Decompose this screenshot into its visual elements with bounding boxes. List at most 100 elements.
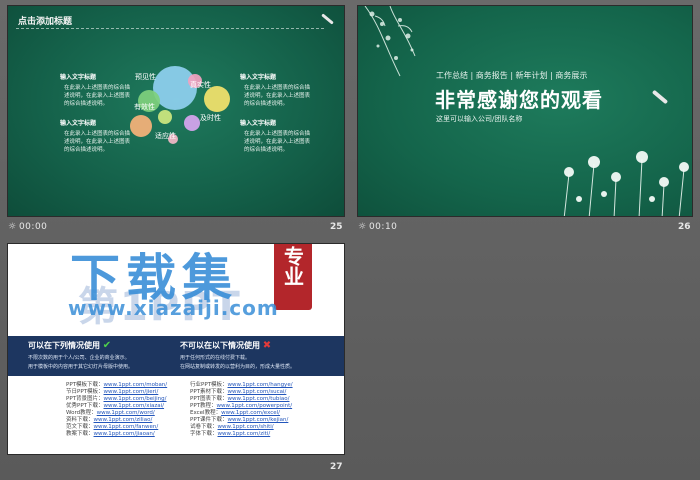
link-row: 优秀PPT下载：www.1ppt.com/xiazai/: [66, 403, 167, 410]
topic-tags: 工作总结 | 商务报告 | 新年计划 | 商务展示: [436, 71, 588, 80]
block-text: 在此录入上述图表的综合描述说明，在此录入上述图表的综合描述说明。: [244, 131, 311, 153]
bubble-orange: [130, 115, 152, 137]
transition-icon[interactable]: ☼: [8, 222, 16, 232]
link-label: PPT素材下载：: [190, 389, 228, 395]
links-left-column: PPT模板下载：www.1ppt.com/moban/节日PPT模板：www.1…: [66, 382, 167, 438]
can-use-line: 不限次数的用于个人/公司、企业的商业演示。: [28, 355, 130, 361]
slide-number: 26: [678, 222, 691, 232]
resource-link[interactable]: www.1ppt.com/fanwen/: [94, 424, 159, 430]
check-icon: ✔: [102, 340, 112, 351]
link-label: PPT课件下载：: [190, 417, 228, 423]
text-block-4: 输入文字标题 在此录入上述图表的综合描述说明，在此录入上述图表的综合描述说明。: [240, 120, 310, 154]
link-row: PPT图表下载：www.1ppt.com/tubiao/: [190, 396, 293, 403]
dandelion-flowers-decoration: [563, 151, 689, 216]
link-row: PPT素材下载：www.1ppt.com/sucai/: [190, 389, 293, 396]
bubble-label: 真实性: [190, 81, 211, 89]
link-row: 节日PPT模板：www.1ppt.com/jieri/: [66, 389, 167, 396]
resource-link[interactable]: www.1ppt.com/hangye/: [228, 382, 293, 388]
chalk-icon: [321, 13, 334, 25]
floral-vine-decoration: [364, 6, 416, 77]
text-block-3: 输入文字标题 在此录入上述图表的综合描述说明，在此录入上述图表的综合描述说明。: [240, 74, 310, 108]
text-block-1: 输入文字标题 在此录入上述图表的综合描述说明，在此录入上述图表的综合描述说明。: [60, 74, 130, 108]
link-row: 资料下载：www.1ppt.com/ziliao/: [66, 417, 167, 424]
resource-link[interactable]: www.1ppt.com/jieri/: [104, 389, 159, 395]
chalk-icon: [651, 89, 669, 105]
block-heading: 输入文字标题: [240, 74, 277, 81]
link-label: PPT背景图片：: [66, 396, 104, 402]
resource-link[interactable]: www.1ppt.com/sucai/: [228, 389, 287, 395]
link-row: PPT模板下载：www.1ppt.com/moban/: [66, 382, 167, 389]
link-label: 资料下载：: [66, 417, 94, 423]
slide-time: 00:00: [18, 222, 48, 232]
resource-link[interactable]: www.1ppt.com/kejian/: [228, 417, 289, 423]
bubble-violet: [184, 115, 200, 131]
link-label: PPT教程：: [190, 403, 217, 409]
resource-link[interactable]: www.1ppt.com/shiti/: [218, 424, 274, 430]
link-label: 试卷下载：: [190, 424, 218, 430]
watermark-seal: 专业: [274, 244, 312, 310]
link-label: 字体下载：: [190, 431, 218, 437]
company-subtitle: 这里可以输入公司/团队名称: [436, 115, 523, 123]
link-label: PPT模板下载：: [66, 382, 104, 388]
block-text: 在此录入上述图表的综合描述说明，在此录入上述图表的综合描述说明。: [64, 85, 131, 107]
links-right-column: 行业PPT模板：www.1ppt.com/hangye/PPT素材下载：www.…: [190, 382, 293, 438]
title-underline: [16, 28, 326, 29]
link-label: 行业PPT模板：: [190, 382, 228, 388]
bubble-lime: [158, 110, 172, 124]
link-row: 试卷下载：www.1ppt.com/shiti/: [190, 424, 293, 431]
link-label: 优秀PPT下载：: [66, 403, 104, 409]
link-row: 教案下载：www.1ppt.com/jiaoan/: [66, 431, 167, 438]
link-row: 行业PPT模板：www.1ppt.com/hangye/: [190, 382, 293, 389]
slide-number: 25: [330, 222, 343, 232]
slide-title: 点击添加标题: [18, 17, 73, 27]
resource-link[interactable]: www.1ppt.com/powerpoint/: [217, 403, 293, 409]
link-row: PPT课件下载：www.1ppt.com/kejian/: [190, 417, 293, 424]
resource-link[interactable]: www.1ppt.com/moban/: [104, 382, 168, 388]
link-row: 字体下载：www.1ppt.com/ziti/: [190, 431, 293, 438]
watermark-url: www.xiazaiji.com: [68, 296, 279, 320]
link-row: PPT背景图片：www.1ppt.com/beijing/: [66, 396, 167, 403]
slide-footer-25: ☼ 00:00: [8, 222, 47, 232]
slide-thumbnail-26[interactable]: 工作总结 | 商务报告 | 新年计划 | 商务展示 非常感谢您的观看 这里可以输…: [357, 5, 693, 217]
link-row: Excel教程：www.1ppt.com/excel/: [190, 410, 293, 417]
seal-text: 专业: [280, 246, 305, 286]
link-label: 教案下载：: [66, 431, 94, 437]
resource-link[interactable]: www.1ppt.com/word/: [97, 410, 155, 416]
usage-panel: 可以在下列情况使用 ✔ 不限次数的用于个人/公司、企业的商业演示。 用于模板中的…: [8, 336, 344, 376]
cannot-use-title: 不可以在以下情况使用 ✖: [180, 340, 272, 351]
cannot-use-line: 在网站复制或转发的以营利为目的，形成大量性质。: [180, 364, 296, 370]
block-heading: 输入文字标题: [60, 120, 97, 127]
can-use-line: 用于模板中的内容用于其它幻灯片母版中使用。: [28, 364, 134, 370]
transition-icon[interactable]: ☼: [358, 222, 366, 232]
block-text: 在此录入上述图表的综合描述说明，在此录入上述图表的综合描述说明。: [64, 131, 131, 153]
slide-thumbnail-25[interactable]: 点击添加标题 输入文字标题 在此录入上述图表的综合描述说明，在此录入上述图表的综…: [7, 5, 345, 217]
text-block-2: 输入文字标题 在此录入上述图表的综合描述说明，在此录入上述图表的综合描述说明。: [60, 120, 130, 154]
bubble-label: 有效性: [134, 103, 155, 111]
link-row: PPT教程：www.1ppt.com/powerpoint/: [190, 403, 293, 410]
block-heading: 输入文字标题: [240, 120, 277, 127]
resource-link[interactable]: www.1ppt.com/jiaoan/: [94, 431, 155, 437]
slide-thumbnail-27[interactable]: 第1PPT 下载集 专业 www.xiazaiji.com 可以在下列情况使用 …: [7, 243, 345, 455]
bubble-label: 及时性: [200, 114, 221, 122]
slide-number: 27: [330, 462, 343, 472]
link-label: Excel教程：: [190, 410, 222, 416]
slide-footer-26: ☼ 00:10: [358, 222, 397, 232]
resource-link[interactable]: www.1ppt.com/excel/: [221, 410, 280, 416]
resource-link[interactable]: www.1ppt.com/beijing/: [104, 396, 167, 402]
bubble-label: 预见性: [135, 73, 156, 81]
block-heading: 输入文字标题: [60, 74, 97, 81]
resource-link[interactable]: www.1ppt.com/ziti/: [218, 431, 271, 437]
can-use-title: 可以在下列情况使用 ✔: [28, 340, 112, 351]
thanks-headline: 非常感谢您的观看: [435, 88, 603, 112]
link-label: 范文下载：: [66, 424, 94, 430]
resource-link[interactable]: www.1ppt.com/xiazai/: [104, 403, 165, 409]
resource-link[interactable]: www.1ppt.com/ziliao/: [94, 417, 153, 423]
slide-time: 00:10: [368, 222, 398, 232]
cross-icon: ✖: [262, 340, 272, 351]
link-row: Word教程：www.1ppt.com/word/: [66, 410, 167, 417]
link-row: 范文下载：www.1ppt.com/fanwen/: [66, 424, 167, 431]
cannot-use-line: 用于任何形式的在线付费下载。: [180, 355, 251, 361]
resource-link[interactable]: www.1ppt.com/tubiao/: [228, 396, 290, 402]
block-text: 在此录入上述图表的综合描述说明，在此录入上述图表的综合描述说明。: [244, 85, 311, 107]
link-label: Word教程：: [66, 410, 97, 416]
